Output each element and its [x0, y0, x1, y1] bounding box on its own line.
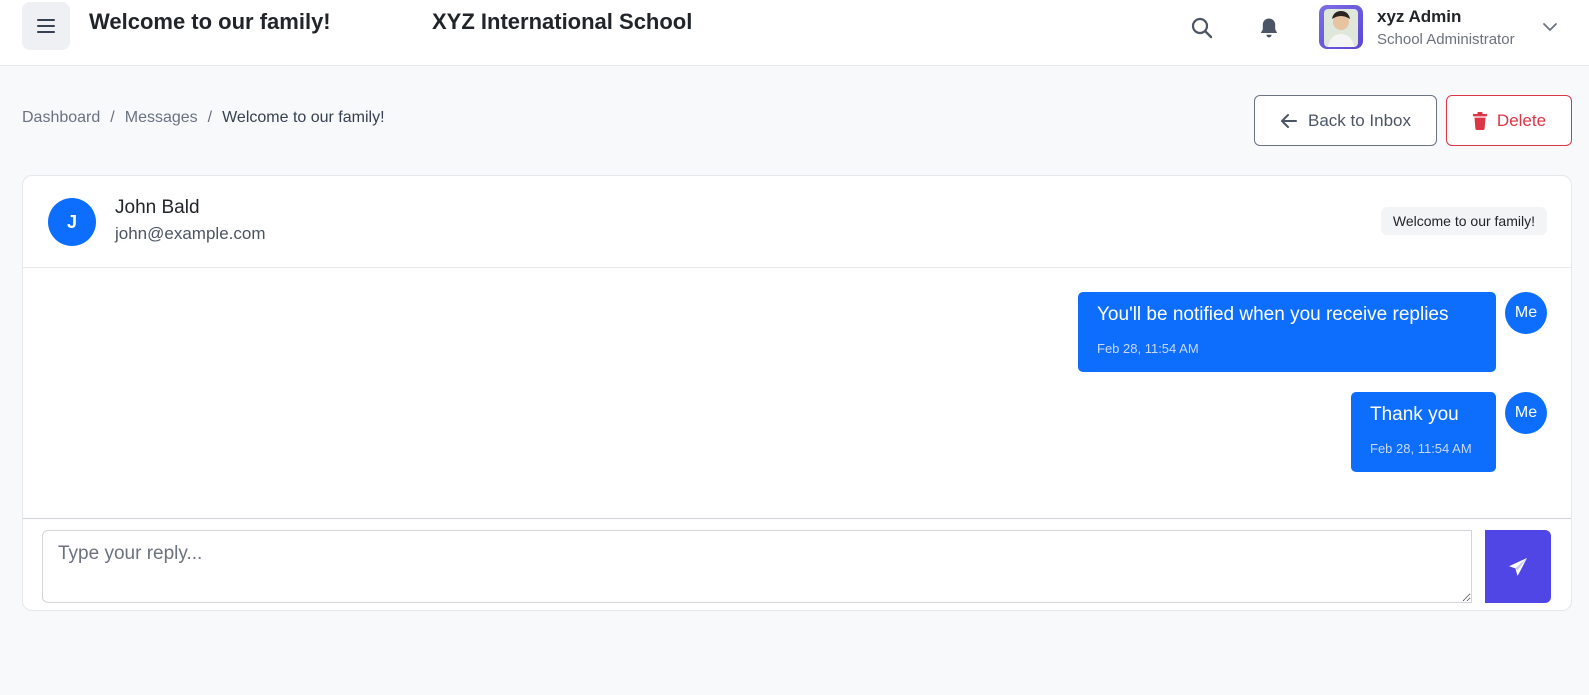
subject-badge: Welcome to our family! — [1380, 207, 1547, 235]
menu-toggle-button[interactable] — [22, 2, 70, 50]
school-name: XYZ International School — [432, 9, 693, 34]
trash-icon — [1472, 111, 1487, 130]
message-timestamp: Feb 28, 11:54 AM — [1097, 341, 1199, 356]
sender-email: john@example.com — [115, 224, 266, 243]
breadcrumb-current: Welcome to our family! — [222, 109, 385, 126]
bell-icon — [1260, 18, 1278, 38]
reply-area — [23, 518, 1571, 610]
chevron-down-icon[interactable] — [1540, 17, 1560, 37]
hamburger-icon — [37, 19, 55, 33]
breadcrumb-messages[interactable]: Messages — [125, 109, 198, 127]
message-bubble: You'll be notified when you receive repl… — [1078, 292, 1496, 372]
paper-plane-icon — [1509, 557, 1527, 576]
arrow-left-icon — [1280, 113, 1297, 128]
sender-name: John Bald — [115, 197, 200, 218]
user-avatar[interactable] — [1319, 5, 1363, 49]
user-name[interactable]: xyz Admin — [1377, 7, 1461, 27]
back-to-inbox-button[interactable]: Back to Inbox — [1254, 95, 1437, 146]
message-card: J John Bald john@example.com Welcome to … — [22, 175, 1572, 611]
message-text: You'll be notified when you receive repl… — [1097, 304, 1449, 325]
message-timestamp: Feb 28, 11:54 AM — [1370, 441, 1472, 456]
me-avatar: Me — [1505, 292, 1547, 334]
me-avatar: Me — [1505, 392, 1547, 434]
breadcrumb-dashboard[interactable]: Dashboard — [22, 109, 100, 127]
page-title: Welcome to our family! — [89, 9, 331, 34]
user-photo-icon — [1324, 9, 1358, 47]
breadcrumb: Dashboard / Messages / Welcome to our fa… — [22, 109, 385, 127]
breadcrumb-separator: / — [110, 109, 115, 126]
search-button[interactable] — [1184, 10, 1220, 46]
search-icon — [1191, 17, 1213, 39]
delete-button[interactable]: Delete — [1446, 95, 1572, 146]
back-to-inbox-label: Back to Inbox — [1307, 110, 1411, 130]
top-bar: Welcome to our family! XYZ International… — [0, 0, 1589, 66]
message-header: J John Bald john@example.com Welcome to … — [23, 176, 1571, 268]
breadcrumb-separator: / — [207, 109, 213, 126]
sender-avatar: J — [48, 198, 96, 246]
message-thread[interactable]: You'll be notified when you receive repl… — [23, 268, 1571, 518]
user-role: School Administrator — [1377, 31, 1515, 48]
notifications-button[interactable] — [1251, 10, 1287, 46]
send-button[interactable] — [1485, 530, 1551, 603]
message-bubble: Thank you Feb 28, 11:54 AM — [1351, 392, 1496, 472]
delete-label: Delete — [1496, 110, 1547, 130]
reply-input[interactable] — [42, 530, 1472, 603]
message-text: Thank you — [1370, 404, 1459, 425]
